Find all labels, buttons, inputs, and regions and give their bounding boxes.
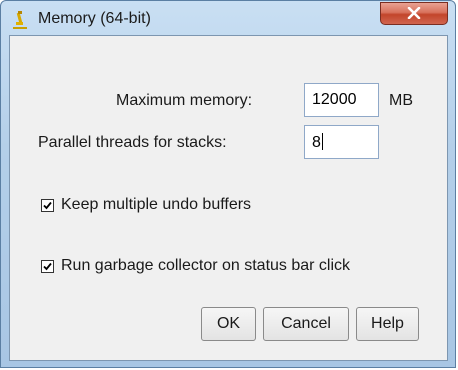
max-memory-field[interactable]: 12000 xyxy=(304,83,379,117)
garbage-collector-label: Run garbage collector on status bar clic… xyxy=(61,257,351,274)
cancel-button[interactable]: Cancel xyxy=(263,307,349,341)
dialog-content: Maximum memory: 12000 MB Parallel thread… xyxy=(9,35,448,361)
memory-unit-label: MB xyxy=(389,92,413,109)
parallel-threads-value: 8 xyxy=(312,134,321,151)
checkmark-icon xyxy=(43,201,52,210)
checkmark-icon xyxy=(43,262,52,271)
title-bar[interactable]: Memory (64-bit) xyxy=(1,1,455,35)
help-button[interactable]: Help xyxy=(356,307,419,341)
microscope-icon xyxy=(10,10,30,30)
dialog-window: Memory (64-bit) Maximum memory: 12000 MB… xyxy=(0,0,456,368)
parallel-threads-field[interactable]: 8 xyxy=(304,125,379,159)
parallel-threads-label: Parallel threads for stacks: xyxy=(38,134,227,151)
text-caret xyxy=(321,133,323,150)
undo-buffers-checkbox[interactable] xyxy=(41,199,54,212)
window-title: Memory (64-bit) xyxy=(38,10,151,27)
garbage-collector-checkbox[interactable] xyxy=(41,260,54,273)
max-memory-label: Maximum memory: xyxy=(116,92,253,109)
undo-buffers-label: Keep multiple undo buffers xyxy=(61,196,252,213)
close-button[interactable] xyxy=(380,2,448,25)
ok-button[interactable]: OK xyxy=(201,307,256,341)
close-icon xyxy=(407,7,421,19)
max-memory-value: 12000 xyxy=(312,91,357,108)
